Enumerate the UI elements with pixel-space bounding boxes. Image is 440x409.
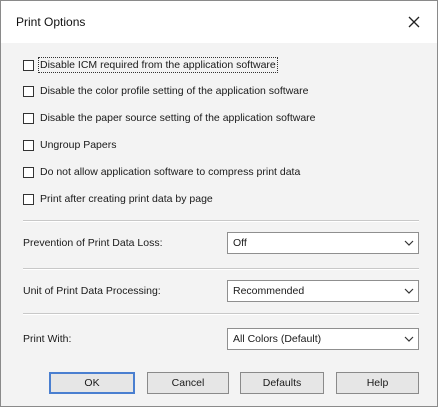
checkbox-box[interactable]	[23, 85, 34, 97]
checkbox-label: Disable the paper source setting of the …	[40, 112, 316, 124]
checkbox-ungroup-papers[interactable]: Ungroup Papers	[23, 137, 116, 153]
print-with-value: All Colors (Default)	[233, 333, 322, 345]
checkbox-disable-paper-source[interactable]: Disable the paper source setting of the …	[23, 110, 316, 126]
checkbox-box[interactable]	[23, 193, 34, 205]
chevron-down-icon	[400, 336, 418, 342]
help-button[interactable]: Help	[336, 372, 419, 394]
print-options-dialog: Print Options Disable ICM required from …	[0, 0, 438, 407]
unit-label: Unit of Print Data Processing:	[23, 285, 161, 297]
separator	[23, 313, 419, 315]
close-button[interactable]	[401, 9, 427, 35]
checkbox-label: Disable the color profile setting of the…	[40, 85, 309, 97]
title-bar: Print Options	[1, 1, 437, 43]
separator	[23, 220, 419, 222]
ok-button[interactable]: OK	[49, 372, 135, 394]
checkbox-no-compress[interactable]: Do not allow application software to com…	[23, 164, 300, 180]
checkbox-disable-color-profile[interactable]: Disable the color profile setting of the…	[23, 83, 308, 99]
checkbox-label: Print after creating print data by page	[40, 193, 213, 205]
dialog-title: Print Options	[16, 15, 86, 29]
separator	[23, 268, 419, 270]
checkbox-disable-icm[interactable]: Disable ICM required from the applicatio…	[23, 57, 278, 73]
chevron-down-icon	[400, 240, 418, 246]
options-panel: Disable ICM required from the applicatio…	[13, 43, 425, 357]
checkbox-box[interactable]	[23, 166, 34, 178]
cancel-button[interactable]: Cancel	[147, 372, 229, 394]
print-with-label: Print With:	[23, 333, 72, 345]
checkbox-box[interactable]	[23, 59, 34, 71]
unit-select[interactable]: Recommended	[227, 280, 419, 302]
checkbox-label: Do not allow application software to com…	[40, 166, 301, 178]
prevention-label: Prevention of Print Data Loss:	[23, 237, 163, 249]
checkbox-box[interactable]	[23, 112, 34, 124]
print-with-select[interactable]: All Colors (Default)	[227, 328, 419, 350]
close-icon	[408, 16, 420, 28]
checkbox-box[interactable]	[23, 139, 34, 151]
chevron-down-icon	[400, 288, 418, 294]
prevention-select[interactable]: Off	[227, 232, 419, 254]
defaults-button[interactable]: Defaults	[240, 372, 324, 394]
checkbox-label: Disable ICM required from the applicatio…	[38, 57, 278, 73]
checkbox-label: Ungroup Papers	[40, 139, 117, 151]
checkbox-print-by-page[interactable]: Print after creating print data by page	[23, 191, 213, 207]
unit-value: Recommended	[233, 285, 305, 297]
prevention-value: Off	[233, 237, 247, 249]
